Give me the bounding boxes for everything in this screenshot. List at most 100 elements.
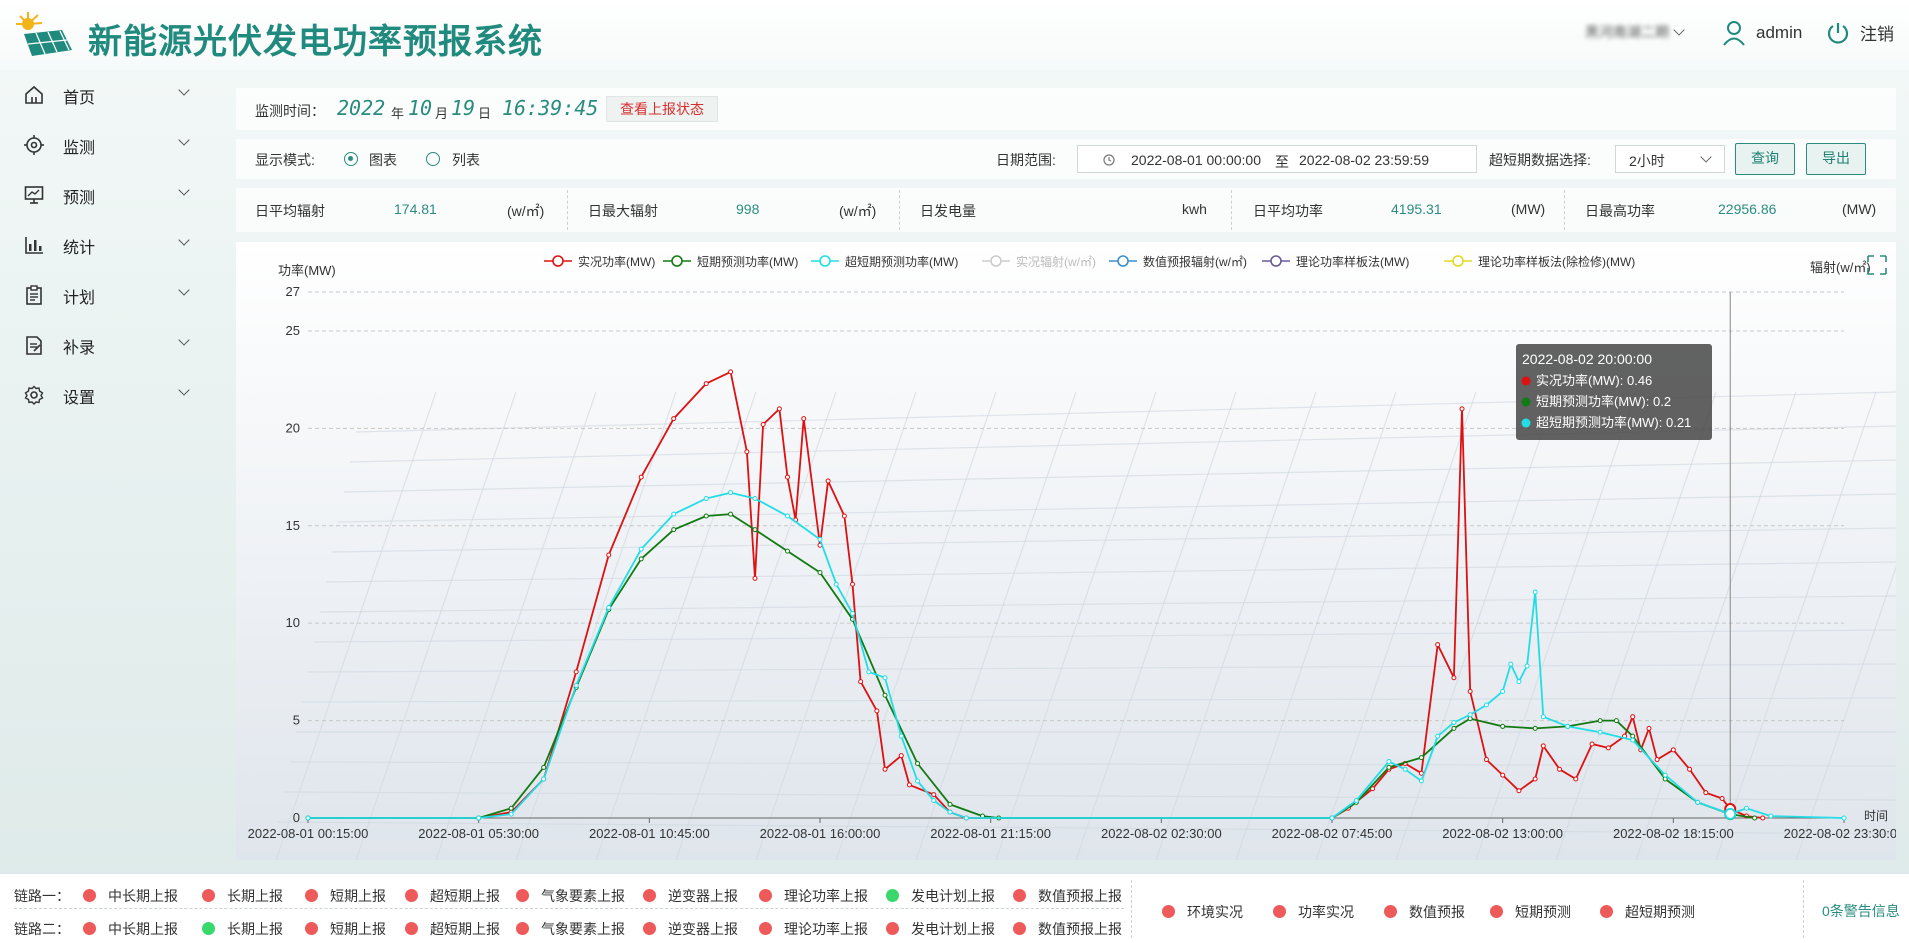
monitor-month: 10 [408,96,433,120]
status-item-label[interactable]: 超短期上报 [430,886,500,906]
tooltip-line: 超短期预测功率(MW): 0.21 [1536,415,1691,430]
data-point [1752,815,1758,821]
logout-button[interactable]: 注销 [1826,20,1894,45]
status-item-label[interactable]: 气象要素上报 [541,919,625,939]
monitor-time-bar: 监测时间： 2022 年 10 月 19 日 16:39:45 查看上报状态 [236,88,1896,130]
data-point [866,669,872,675]
chevron-down-icon [1673,24,1685,36]
sidebar-item-home[interactable]: 首页 [0,74,222,114]
monitor-time-label: 监测时间： [255,103,325,119]
data-point [1418,778,1424,784]
month-unit: 月 [435,106,449,121]
data-point [1500,723,1506,729]
x-tick-label: 2022-08-01 00:15:00 [248,826,369,841]
sidebar-item-supplement[interactable]: 补录 [0,324,222,364]
sidebar-item-monitor[interactable]: 监测 [0,124,222,164]
query-button[interactable]: 查询 [1735,143,1795,175]
status-item-label[interactable]: 超短期预测 [1625,902,1695,922]
data-point [703,496,709,502]
ultra-short-select[interactable]: 2小时 [1615,145,1725,173]
station-selector[interactable]: 黑河南湖二期 [1585,22,1697,42]
data-point [1451,725,1457,731]
data-point [508,811,514,817]
y-tick-label: 0 [293,810,300,825]
data-point [671,527,677,533]
data-point [898,753,904,759]
status-item-label[interactable]: 发电计划上报 [911,919,995,939]
status-item-label[interactable]: 超短期上报 [430,919,500,939]
tooltip-line: 实况功率(MW): 0.46 [1536,373,1652,388]
data-point [1597,729,1603,735]
y-tick-label: 10 [286,615,300,630]
status-item-label[interactable]: 短期预测 [1515,902,1571,922]
data-point [573,683,579,689]
data-point [728,490,734,496]
warning-count[interactable]: 0条警告信息 [1822,901,1900,921]
status-dot [305,889,318,902]
legend-marker [1270,255,1282,267]
sidebar-item-statistics[interactable]: 统计 [0,224,222,264]
status-dot [405,922,418,935]
status-item-label[interactable]: 短期上报 [330,919,386,939]
status-dot [643,889,656,902]
chevron-down-icon [178,334,190,346]
tooltip-dot [1521,418,1531,428]
export-button[interactable]: 导出 [1806,143,1866,175]
status-item-label[interactable]: 中长期上报 [108,886,178,906]
stat-unit: (w/㎡) [507,203,545,219]
status-item-label[interactable]: 中长期上报 [108,919,178,939]
status-item-label[interactable]: 长期上报 [227,919,283,939]
data-point [1573,776,1579,782]
data-point [728,369,734,375]
data-point [915,778,921,784]
status-item-label[interactable]: 气象要素上报 [541,886,625,906]
legend-label: 实况辐射(w/㎡) [1016,254,1096,269]
data-point [1540,743,1546,749]
status-item-label[interactable]: 数值预报上报 [1038,886,1122,906]
status-item-label[interactable]: 理论功率上报 [784,919,868,939]
mode-chart-radio[interactable] [344,152,358,166]
sidebar-item-label: 预测 [63,190,96,207]
data-point [476,815,482,821]
status-item-label[interactable]: 发电计划上报 [911,886,995,906]
date-range-label: 日期范围: [996,152,1056,168]
footer-row-divider [14,908,1124,909]
app-title: 新能源光伏发电功率预报系统 [88,23,543,61]
status-item-label[interactable]: 理论功率上报 [784,886,868,906]
data-point [1532,776,1538,782]
date-range-picker[interactable]: 2022-08-01 00:00:00 至 2022-08-02 23:59:5… [1077,145,1477,173]
power-chart-svg[interactable]: 0 5 10 15 20 25 27 功率(MW) 辐射(w/㎡) 时间 2022-08-01 00… [236,242,1896,860]
y2-axis-title: 辐射(w/㎡) [1810,260,1871,275]
status-item-label[interactable]: 长期上报 [227,886,283,906]
mode-list-radio[interactable] [426,152,440,166]
sidebar-item-forecast[interactable]: 预测 [0,174,222,214]
legend-label: 理论功率样板法(除检修)(MW) [1478,254,1635,269]
data-point [1630,714,1636,720]
data-point [906,782,912,788]
status-item-label[interactable]: 数值预报 [1409,902,1465,922]
status-item-label[interactable]: 短期上报 [330,886,386,906]
status-item-label[interactable]: 逆变器上报 [668,886,738,906]
data-point [1508,661,1514,667]
stat-label: 日平均功率 [1253,203,1323,219]
sidebar-item-settings[interactable]: 设置 [0,374,222,414]
view-report-status-button[interactable]: 查看上报状态 [606,96,718,122]
data-point [1605,745,1611,751]
link2-label: 链路二： [14,921,70,937]
data-point [1435,642,1441,648]
footer-divider [1803,880,1804,938]
status-item-label[interactable]: 环境实况 [1187,902,1243,922]
status-item-label[interactable]: 逆变器上报 [668,919,738,939]
status-item-label[interactable]: 数值预报上报 [1038,919,1122,939]
user-menu[interactable]: admin [1722,20,1802,46]
data-point [801,416,807,422]
mode-list-label[interactable]: 列表 [452,150,480,170]
monitor-chart-icon [24,186,44,204]
home-icon [25,85,43,104]
mode-chart-label[interactable]: 图表 [369,150,397,170]
status-item-label[interactable]: 功率实况 [1298,902,1354,922]
data-point [1557,766,1563,772]
sidebar-item-plan[interactable]: 计划 [0,274,222,314]
data-point [1532,589,1538,595]
x-axis-title: 时间 [1864,809,1888,823]
